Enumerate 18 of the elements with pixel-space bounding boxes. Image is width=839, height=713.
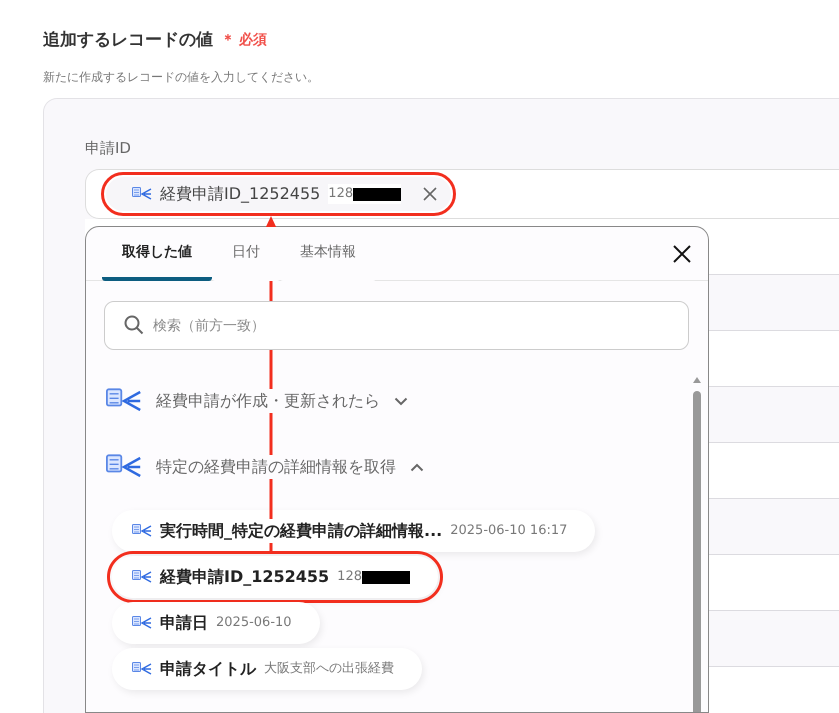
required-mark: ＊ xyxy=(221,31,235,50)
value-item[interactable]: 申請日 2025-06-10 xyxy=(112,602,320,644)
value-chip[interactable]: 経費申請ID_1252455 128 xyxy=(106,177,452,211)
value-item[interactable]: 実行時間_特定の経費申請の詳細情報... 2025-06-10 16:17 xyxy=(112,510,596,552)
section-description: 新たに作成するレコードの値を入力してください。 xyxy=(43,68,320,86)
search-field[interactable]: 検索（前方一致） xyxy=(104,301,689,350)
required-label: 必須 xyxy=(239,31,267,50)
field-label: 申請ID xyxy=(85,138,132,158)
group-header[interactable]: 経費申請が作成・更新されたら xyxy=(86,368,408,434)
value-item[interactable]: 経費申請ID_1252455 128 xyxy=(112,556,438,598)
chip-label: 経費申請ID_1252455 xyxy=(160,183,320,205)
value-text: 128 xyxy=(337,567,410,587)
value-field[interactable]: 経費申請ID_1252455 128 xyxy=(85,169,839,219)
tab[interactable]: 日付 xyxy=(212,227,280,281)
value-item[interactable]: 申請タイトル 大阪支部への出張経費 xyxy=(112,648,422,690)
group-header[interactable]: 特定の経費申請の詳細情報を取得 xyxy=(86,434,424,500)
section-title: 追加するレコードの値 xyxy=(43,29,213,52)
value-text: 128 xyxy=(328,184,402,204)
